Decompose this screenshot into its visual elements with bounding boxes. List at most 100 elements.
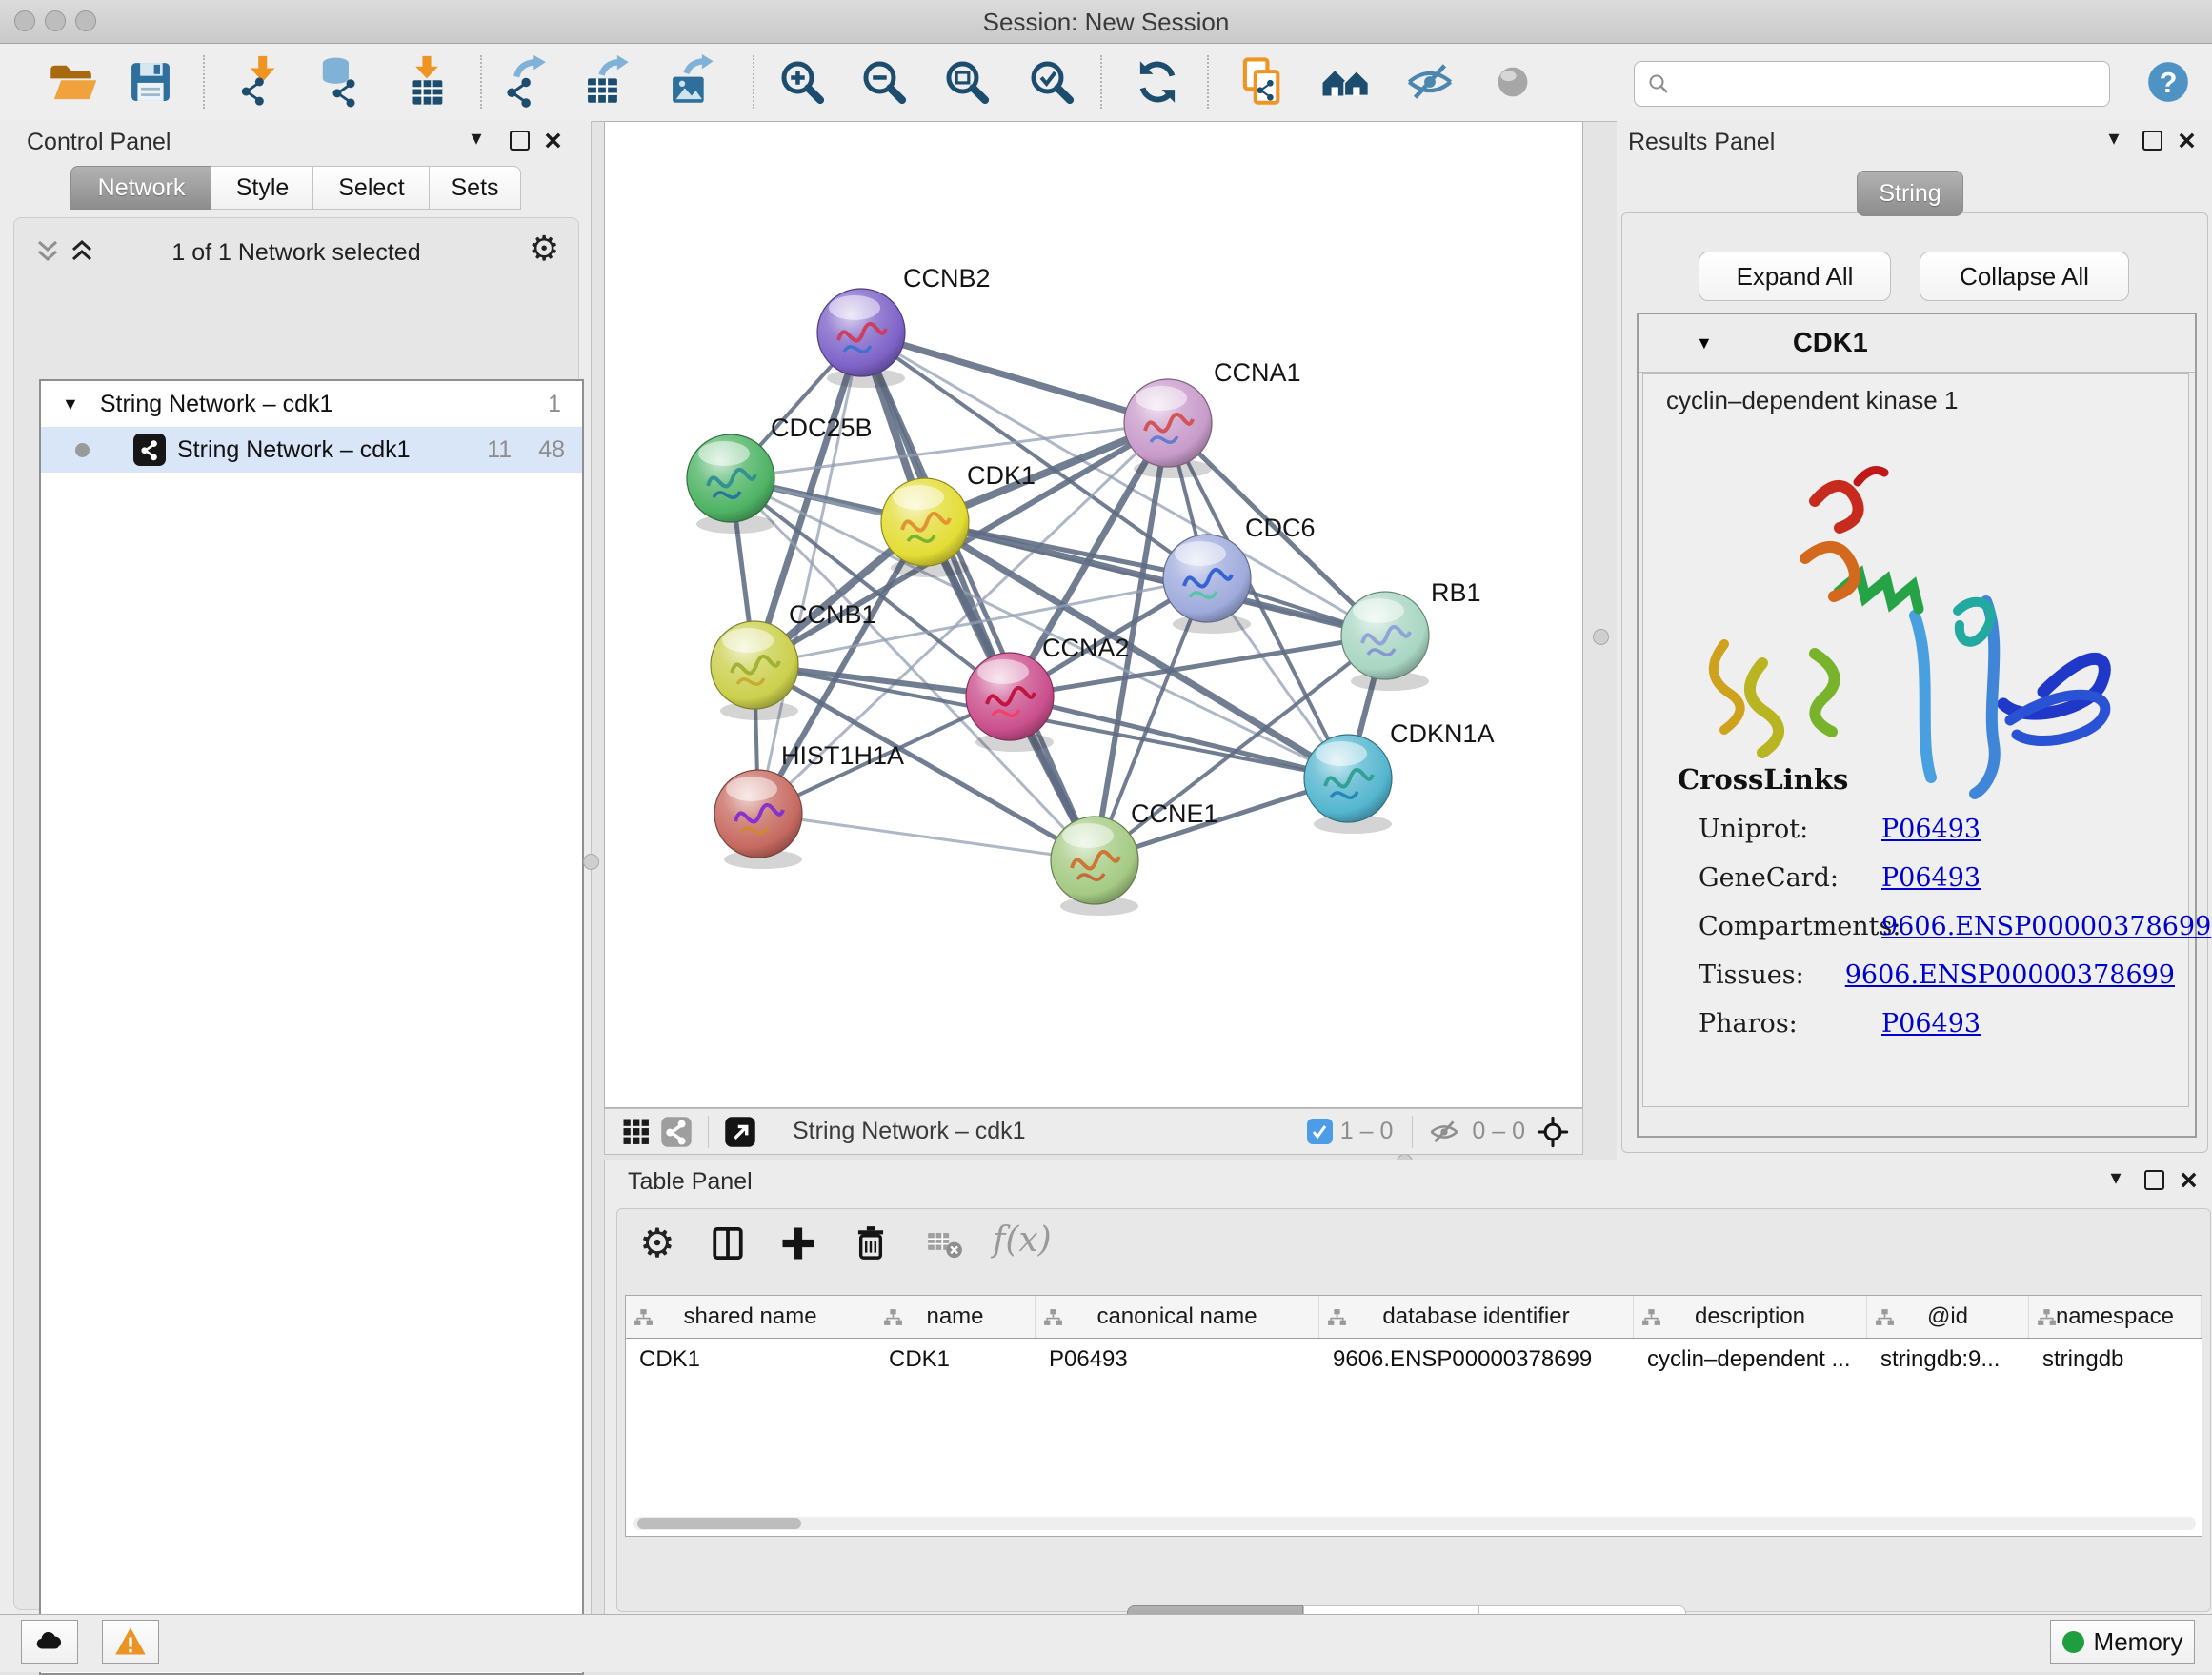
crosslink-link[interactable]: P06493	[1881, 815, 1981, 844]
tab-select[interactable]: Select	[312, 166, 431, 210]
cloud-icon	[33, 1625, 66, 1658]
table-cell[interactable]: P06493	[1036, 1339, 1319, 1381]
column-header[interactable]: database identifier	[1319, 1296, 1634, 1338]
float-panel-button[interactable]: ▾	[2102, 1164, 2129, 1191]
crosslink-label: GeneCard:	[1699, 863, 1881, 893]
tab-style[interactable]: Style	[211, 166, 314, 210]
delete-column-button[interactable]	[844, 1217, 897, 1270]
left-splitter-handle[interactable]	[583, 854, 599, 870]
collapse-caret-icon[interactable]: ▼	[1696, 333, 1713, 353]
float-panel-button[interactable]: ▾	[2101, 125, 2127, 151]
protein-card-header[interactable]: ▼ CDK1	[1639, 314, 2195, 373]
table-cell[interactable]: CDK1	[875, 1339, 1036, 1381]
column-header[interactable]: shared name	[626, 1296, 875, 1338]
search-input[interactable]	[1671, 66, 2109, 102]
network-options-gear-icon[interactable]: ⚙	[529, 232, 559, 266]
column-header[interactable]: @id	[1867, 1296, 2029, 1338]
network-view-mode-icon[interactable]	[656, 1112, 696, 1152]
tab-network[interactable]: Network	[70, 166, 212, 210]
show-all-button[interactable]	[1484, 53, 1541, 111]
help-button[interactable]: ?	[2140, 53, 2197, 111]
zoom-selected-button[interactable]	[1023, 53, 1080, 111]
column-header[interactable]: description	[1634, 1296, 1867, 1338]
import-table-from-file-button[interactable]	[398, 53, 455, 111]
network-row[interactable]: String Network – cdk1 11 48	[41, 427, 582, 473]
crosslink-link[interactable]: 9606.ENSP00000378699	[1845, 960, 2175, 990]
open-session-button[interactable]	[43, 53, 100, 111]
search-icon	[1646, 71, 1671, 96]
undock-panel-button[interactable]	[2139, 127, 2165, 153]
table-cell[interactable]: stringdb	[2029, 1339, 2202, 1381]
crosslink-link[interactable]: P06493	[1881, 863, 1981, 893]
selected-node-edge-count: 1 – 0	[1340, 1118, 1394, 1145]
function-builder-button[interactable]: f(x)	[993, 1221, 1052, 1260]
column-header[interactable]: canonical name	[1036, 1296, 1319, 1338]
close-panel-button[interactable]	[2175, 1166, 2202, 1193]
memory-status-dot-icon	[2062, 1631, 2084, 1653]
tab-sets[interactable]: Sets	[429, 166, 521, 210]
close-panel-button[interactable]	[2173, 127, 2200, 153]
crosslink-link[interactable]: 9606.ENSP00000378699	[1881, 912, 2211, 941]
first-neighbors-button[interactable]	[1317, 53, 1375, 111]
memory-button[interactable]: Memory	[2050, 1620, 2195, 1664]
collapse-all-button[interactable]: Collapse All	[1920, 252, 2129, 301]
birds-eye-view-button[interactable]	[720, 1112, 760, 1152]
crosslink-link[interactable]: P06493	[1881, 1009, 1981, 1039]
warnings-button[interactable]	[102, 1620, 159, 1664]
expand-all-button[interactable]: Expand All	[1699, 252, 1891, 301]
export-table-button[interactable]	[578, 53, 635, 111]
right-splitter-handle[interactable]	[1593, 629, 1609, 645]
cloud-status-button[interactable]	[21, 1620, 78, 1664]
collection-count: 1	[548, 391, 561, 418]
crosslink-row: Uniprot:P06493	[1699, 805, 2175, 854]
table-cell[interactable]: 9606.ENSP00000378699	[1319, 1339, 1634, 1381]
selected-nodes-checkbox[interactable]	[1307, 1119, 1333, 1144]
export-network-button[interactable]	[498, 53, 555, 111]
hidden-eye-slash-icon[interactable]	[1424, 1112, 1464, 1152]
table-options-gear-icon[interactable]: ⚙	[631, 1217, 684, 1270]
refresh-button[interactable]	[1129, 53, 1186, 111]
table-cell[interactable]: stringdb:9...	[1867, 1339, 2029, 1381]
hide-selected-button[interactable]	[1401, 53, 1458, 111]
string-network-icon	[133, 434, 166, 466]
grid-view-icon[interactable]	[616, 1112, 656, 1152]
network-edge[interactable]	[861, 333, 1168, 423]
fit-content-icon	[939, 54, 995, 110]
table-row[interactable]: CDK1CDK1P064939606.ENSP00000378699cyclin…	[626, 1339, 2202, 1381]
tab-string[interactable]: String	[1857, 171, 1963, 216]
create-column-button[interactable]	[772, 1217, 825, 1270]
close-icon	[544, 131, 562, 150]
save-session-button[interactable]	[122, 53, 179, 111]
network-collection-row[interactable]: ▼ String Network – cdk1 1	[41, 381, 582, 427]
show-columns-button[interactable]	[701, 1217, 754, 1270]
crosshair-center-button[interactable]	[1533, 1112, 1573, 1152]
fit-content-button[interactable]	[938, 53, 995, 111]
delete-table-button[interactable]	[918, 1217, 972, 1270]
network-edge[interactable]	[758, 814, 1095, 860]
node-gloss	[1175, 541, 1226, 566]
zoom-out-button[interactable]	[855, 53, 913, 111]
import-network-from-file-button[interactable]	[231, 53, 289, 111]
protein-name: CDK1	[1793, 328, 1868, 359]
zoom-selected-icon	[1024, 54, 1079, 110]
new-network-from-selection-button[interactable]	[1234, 53, 1291, 111]
node-gloss	[1062, 823, 1114, 848]
eye-icon	[1485, 54, 1540, 110]
import-network-from-database-button[interactable]	[311, 53, 368, 111]
node-label: CCNA2	[1042, 634, 1130, 662]
table-cell[interactable]: CDK1	[626, 1339, 875, 1381]
zoom-in-button[interactable]	[774, 53, 831, 111]
collection-caret-icon[interactable]: ▼	[62, 394, 79, 414]
horizontal-scrollbar[interactable]	[633, 1517, 2196, 1530]
network-view-canvas[interactable]: CCNB2CCNA1CDC25BCDK1CDC6RB1CCNB1CCNA2CDK…	[604, 121, 1583, 1108]
close-panel-button[interactable]	[539, 127, 566, 153]
scrollbar-thumb[interactable]	[637, 1518, 801, 1529]
column-header[interactable]: namespace	[2029, 1296, 2202, 1338]
undock-panel-button[interactable]	[2141, 1166, 2167, 1193]
column-header[interactable]: name	[875, 1296, 1036, 1338]
table-cell[interactable]: cyclin–dependent ...	[1634, 1339, 1867, 1381]
undock-panel-button[interactable]	[506, 127, 533, 153]
export-image-button[interactable]	[663, 53, 720, 111]
float-panel-button[interactable]: ▾	[463, 125, 490, 151]
network-edge[interactable]	[861, 333, 1095, 860]
